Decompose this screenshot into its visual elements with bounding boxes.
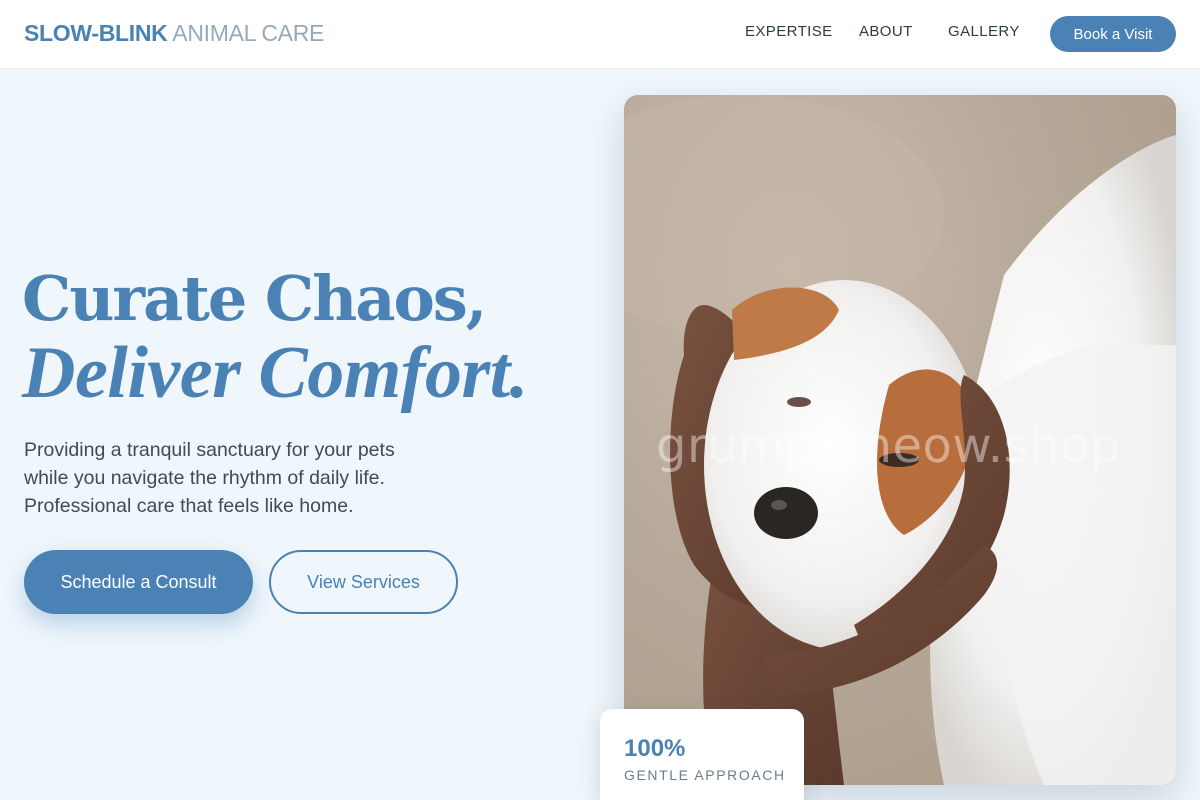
- hero-headline: Curate Chaos, Deliver Comfort.: [22, 262, 528, 414]
- stat-card: 100% GENTLE APPROACH: [600, 709, 804, 800]
- stat-label: GENTLE APPROACH: [624, 767, 786, 783]
- nav-link-gallery[interactable]: GALLERY: [948, 23, 1020, 40]
- subtitle-line: while you navigate the rhythm of daily l…: [24, 467, 385, 489]
- headline-line-2: Deliver Comfort.: [22, 332, 528, 414]
- subtitle-line: Providing a tranquil sanctuary for your …: [24, 439, 395, 461]
- logo-primary-text: SLOW-BLINK: [24, 20, 168, 46]
- hero-puppy-image: grumpymeow.shop: [624, 95, 1176, 785]
- nav-link-expertise[interactable]: EXPERTISE: [745, 23, 833, 40]
- nav-link-about[interactable]: ABOUT: [859, 23, 913, 40]
- headline-line-1: Curate Chaos,: [22, 262, 487, 335]
- hero-subtitle: Providing a tranquil sanctuary for your …: [24, 436, 474, 520]
- brand-logo[interactable]: SLOW-BLINK ANIMAL CARE: [24, 20, 324, 47]
- stat-value: 100%: [624, 735, 686, 762]
- subtitle-line: Professional care that feels like home.: [24, 495, 354, 517]
- schedule-consult-button[interactable]: Schedule a Consult: [24, 550, 253, 614]
- image-watermark: grumpymeow.shop: [656, 418, 1121, 474]
- logo-secondary-text: ANIMAL CARE: [172, 20, 325, 46]
- site-header: SLOW-BLINK ANIMAL CARE EXPERTISE ABOUT G…: [0, 0, 1200, 69]
- view-services-button[interactable]: View Services: [269, 550, 458, 614]
- book-visit-button[interactable]: Book a Visit: [1050, 16, 1176, 52]
